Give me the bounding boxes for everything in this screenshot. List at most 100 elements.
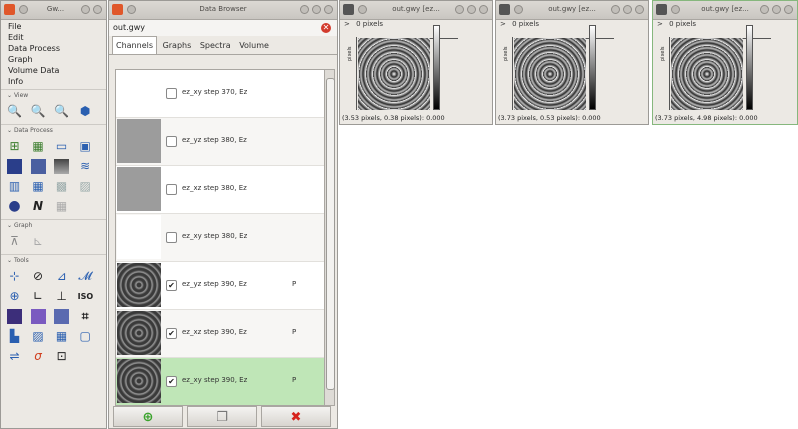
maximize-button[interactable] [324,5,333,14]
channel-row[interactable]: ez_xz step 380, Ez [116,166,324,214]
channel-row[interactable]: ez_yz step 380, Ez [116,118,324,166]
correlation-icon[interactable]: ▨ [78,179,93,194]
zoom-out-icon[interactable]: 🔍 [54,104,69,119]
filter-icon[interactable]: ▦ [31,139,46,154]
data-window-1[interactable]: out.gwy [ez... > 0 pixels pixels (3.53 p… [339,0,493,125]
grid-icon[interactable]: ▦ [54,199,69,214]
minimize-button[interactable] [772,5,781,14]
add-channel-button[interactable]: ⊕ [113,406,183,427]
polynomial-icon[interactable]: ≋ [78,159,93,174]
section-tools[interactable]: Tools [1,254,106,267]
shade-button[interactable] [300,5,309,14]
channel-title[interactable]: ez_xy step 370, Ez [182,88,247,96]
tab-spectra[interactable]: Spectra [197,37,234,54]
channel-row[interactable]: ✔ ez_yz step 390, Ez P [116,262,324,310]
selection-icon[interactable]: ▢ [78,329,93,344]
minimize-button[interactable] [312,5,321,14]
color-range-icon[interactable] [7,309,22,324]
visibility-checkbox[interactable]: ✔ [166,328,177,339]
visibility-checkbox[interactable] [166,232,177,243]
window-menu-icon[interactable] [127,5,136,14]
angle-icon[interactable]: ∟ [31,289,46,304]
tab-channels[interactable]: Channels [112,36,158,54]
mask-editor-icon[interactable]: ▦ [54,329,69,344]
profile-icon[interactable]: 𝓜 [78,269,93,284]
grain-icon[interactable]: ▦ [31,179,46,194]
minimize-button[interactable] [81,5,90,14]
roughness-icon[interactable]: ⊡ [54,349,69,364]
path-level-icon[interactable]: ▨ [31,329,46,344]
arrow-icon[interactable]: > [500,20,506,28]
read-value-icon[interactable]: ⇌ [7,349,22,364]
section-view[interactable]: View [1,89,106,102]
presentation-icon[interactable] [7,159,22,174]
menu-volume-data[interactable]: Volume Data [1,65,106,76]
mask-icon[interactable]: ▩ [54,179,69,194]
channel-title[interactable]: ez_xy step 380, Ez [182,232,247,240]
visibility-checkbox[interactable] [166,136,177,147]
menu-file[interactable]: File [1,21,106,32]
channel-title[interactable]: ez_xz step 390, Ez [182,328,247,336]
window-menu-icon[interactable] [19,5,28,14]
menu-graph[interactable]: Graph [1,54,106,65]
channel-row-selected[interactable]: ✔ ez_xy step 390, Ez P [116,358,324,405]
maximize-button[interactable] [93,5,102,14]
shade-button[interactable] [611,5,620,14]
channel-title[interactable]: ez_xy step 390, Ez [182,376,247,384]
level-icon[interactable]: ▭ [54,139,69,154]
level-3-points-icon[interactable]: ⊕ [7,289,22,304]
spectro-icon[interactable]: σ [31,349,46,364]
window-menu-icon[interactable] [514,5,523,14]
window-menu-icon[interactable] [671,5,680,14]
field-image[interactable] [671,38,743,110]
gradient-icon[interactable] [54,159,70,174]
arrow-icon[interactable]: > [344,20,350,28]
sphere-icon[interactable]: ● [7,199,22,214]
data-window-titlebar[interactable]: out.gwy [ez... [496,1,648,20]
maximize-button[interactable] [479,5,488,14]
file-selector[interactable]: out.gwy ✕ [109,20,337,36]
channel-title[interactable]: ez_xz step 380, Ez [182,184,247,192]
scrollbar-thumb[interactable] [326,78,335,390]
delete-button[interactable]: ✖ [261,406,331,427]
graph-measure-icon[interactable]: ⊼ [7,234,22,249]
iso-icon[interactable]: ISO [78,289,94,304]
field-image[interactable] [514,38,586,110]
toolbox-titlebar[interactable]: Gw... [1,1,106,20]
visibility-checkbox[interactable] [166,88,177,99]
shade-icon[interactable]: ▣ [78,139,93,154]
shade-button[interactable] [760,5,769,14]
data-window-titlebar[interactable]: out.gwy [ez... [340,1,492,20]
data-window-titlebar[interactable]: out.gwy [ez... [653,1,797,20]
tab-volume[interactable]: Volume [236,37,272,54]
visibility-checkbox[interactable]: ✔ [166,280,177,291]
pointer-icon[interactable]: ⊹ [7,269,22,284]
field-image[interactable] [358,38,430,110]
data-window-3[interactable]: out.gwy [ez... > 0 pixels pixels (3.73 p… [652,0,798,125]
distance-icon[interactable]: ⊘ [31,269,46,284]
line-correct-icon[interactable]: ▙ [7,329,22,344]
minimize-button[interactable] [623,5,632,14]
data-window-2[interactable]: out.gwy [ez... > 0 pixels pixels (3.73 p… [495,0,649,125]
section-data-process[interactable]: Data Process [1,124,106,137]
tab-graphs[interactable]: Graphs [160,37,195,54]
visibility-checkbox[interactable] [166,184,177,195]
channel-title[interactable]: ez_yz step 380, Ez [182,136,247,144]
curvature-icon[interactable]: N [31,199,46,214]
section-graph[interactable]: Graph [1,219,106,232]
arrow-icon[interactable]: > [657,20,663,28]
facet-icon[interactable]: ▥ [7,179,22,194]
grain-remove-icon[interactable] [54,309,70,324]
graph-fit-icon[interactable]: ⊾ [31,234,46,249]
menu-edit[interactable]: Edit [1,32,106,43]
menu-data-process[interactable]: Data Process [1,43,106,54]
close-file-icon[interactable]: ✕ [321,23,331,33]
window-menu-icon[interactable] [358,5,367,14]
duplicate-button[interactable]: ❐ [187,406,257,427]
zoom-1-1-icon[interactable]: 🔍 [31,104,46,119]
crop-tool-icon[interactable]: ⌗ [78,309,93,324]
sfunctions-icon[interactable]: ⊥ [54,289,69,304]
maximize-button[interactable] [784,5,793,14]
minimize-button[interactable] [467,5,476,14]
menu-info[interactable]: Info [1,76,106,87]
